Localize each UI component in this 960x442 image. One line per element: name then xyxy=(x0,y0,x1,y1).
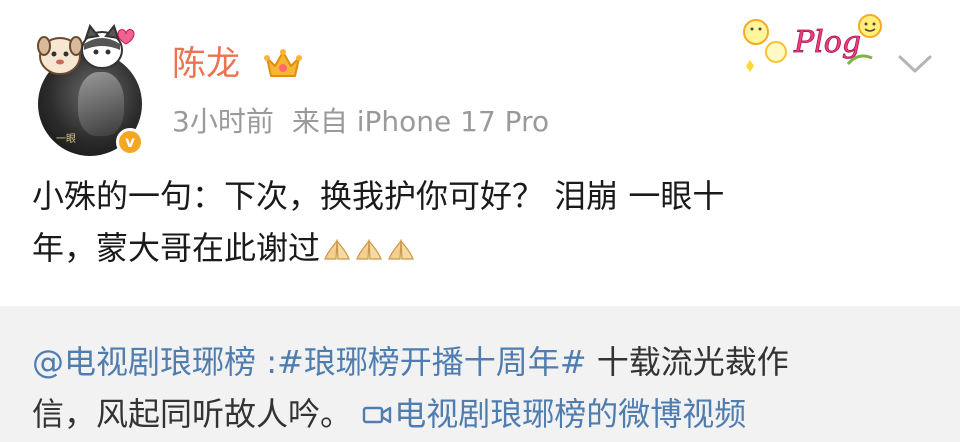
repost-body-1: 十载流光裁作 xyxy=(586,343,789,381)
post-text: 小殊的一句：下次，换我护你可好？ 泪崩 一眼十 年，蒙大哥在此谢过 xyxy=(32,170,912,274)
praying-hands-icon xyxy=(324,239,350,260)
cat-dog-pendant-icon xyxy=(37,24,135,75)
hashtag-link[interactable]: #琅琊榜开播十周年# xyxy=(277,343,587,381)
plog-sticker-icon: Plog xyxy=(743,14,882,72)
repost-body-2: 信，风起同听故人吟。 xyxy=(32,395,353,433)
repost-separator: : xyxy=(256,343,277,381)
repost-line-1: @电视剧琅琊榜 :#琅琊榜开播十周年# 十载流光裁作 xyxy=(32,336,932,388)
post-meta: 3小时前 来自 iPhone 17 Pro xyxy=(172,104,549,140)
post-text-line-1: 小殊的一句：下次，换我护你可好？ 泪崩 一眼十 xyxy=(32,177,725,215)
avatar-block[interactable]: 一眼 v xyxy=(18,22,148,156)
weibo-post: 一眼 v 陈龙 3小时前 来自 iPhone 17 Pro Plog 小殊的一句… xyxy=(0,0,960,442)
verified-badge-icon: v xyxy=(116,128,144,156)
praying-hands-icon xyxy=(356,239,382,260)
video-camera-icon xyxy=(362,406,392,424)
chevron-down-icon[interactable] xyxy=(896,52,934,76)
video-link-label: 电视剧琅琊榜的微博视频 xyxy=(394,395,747,433)
username[interactable]: 陈龙 xyxy=(172,44,240,84)
plog-sticker-text: Plog xyxy=(793,25,861,60)
post-time: 3小时前 xyxy=(172,105,274,138)
praying-hands-icon xyxy=(388,239,414,260)
post-text-line-2-content: 年，蒙大哥在此谢过 xyxy=(32,229,321,267)
repost-line-2: 信，风起同听故人吟。 电视剧琅琊榜的微博视频 xyxy=(32,388,932,440)
repost-card[interactable]: @电视剧琅琊榜 :#琅琊榜开播十周年# 十载流光裁作 信，风起同听故人吟。 电视… xyxy=(0,306,960,442)
mention-link[interactable]: @电视剧琅琊榜 xyxy=(32,343,256,381)
avatar-portrait xyxy=(78,72,124,136)
repost-text: @电视剧琅琊榜 :#琅琊榜开播十周年# 十载流光裁作 信，风起同听故人吟。 电视… xyxy=(32,336,932,440)
post-text-line-2: 年，蒙大哥在此谢过 xyxy=(32,222,912,274)
crown-icon[interactable] xyxy=(263,46,303,82)
post-source[interactable]: 来自 iPhone 17 Pro xyxy=(292,105,549,138)
video-link[interactable]: 电视剧琅琊榜的微博视频 xyxy=(362,395,746,433)
avatar-caption: 一眼 xyxy=(56,134,76,145)
